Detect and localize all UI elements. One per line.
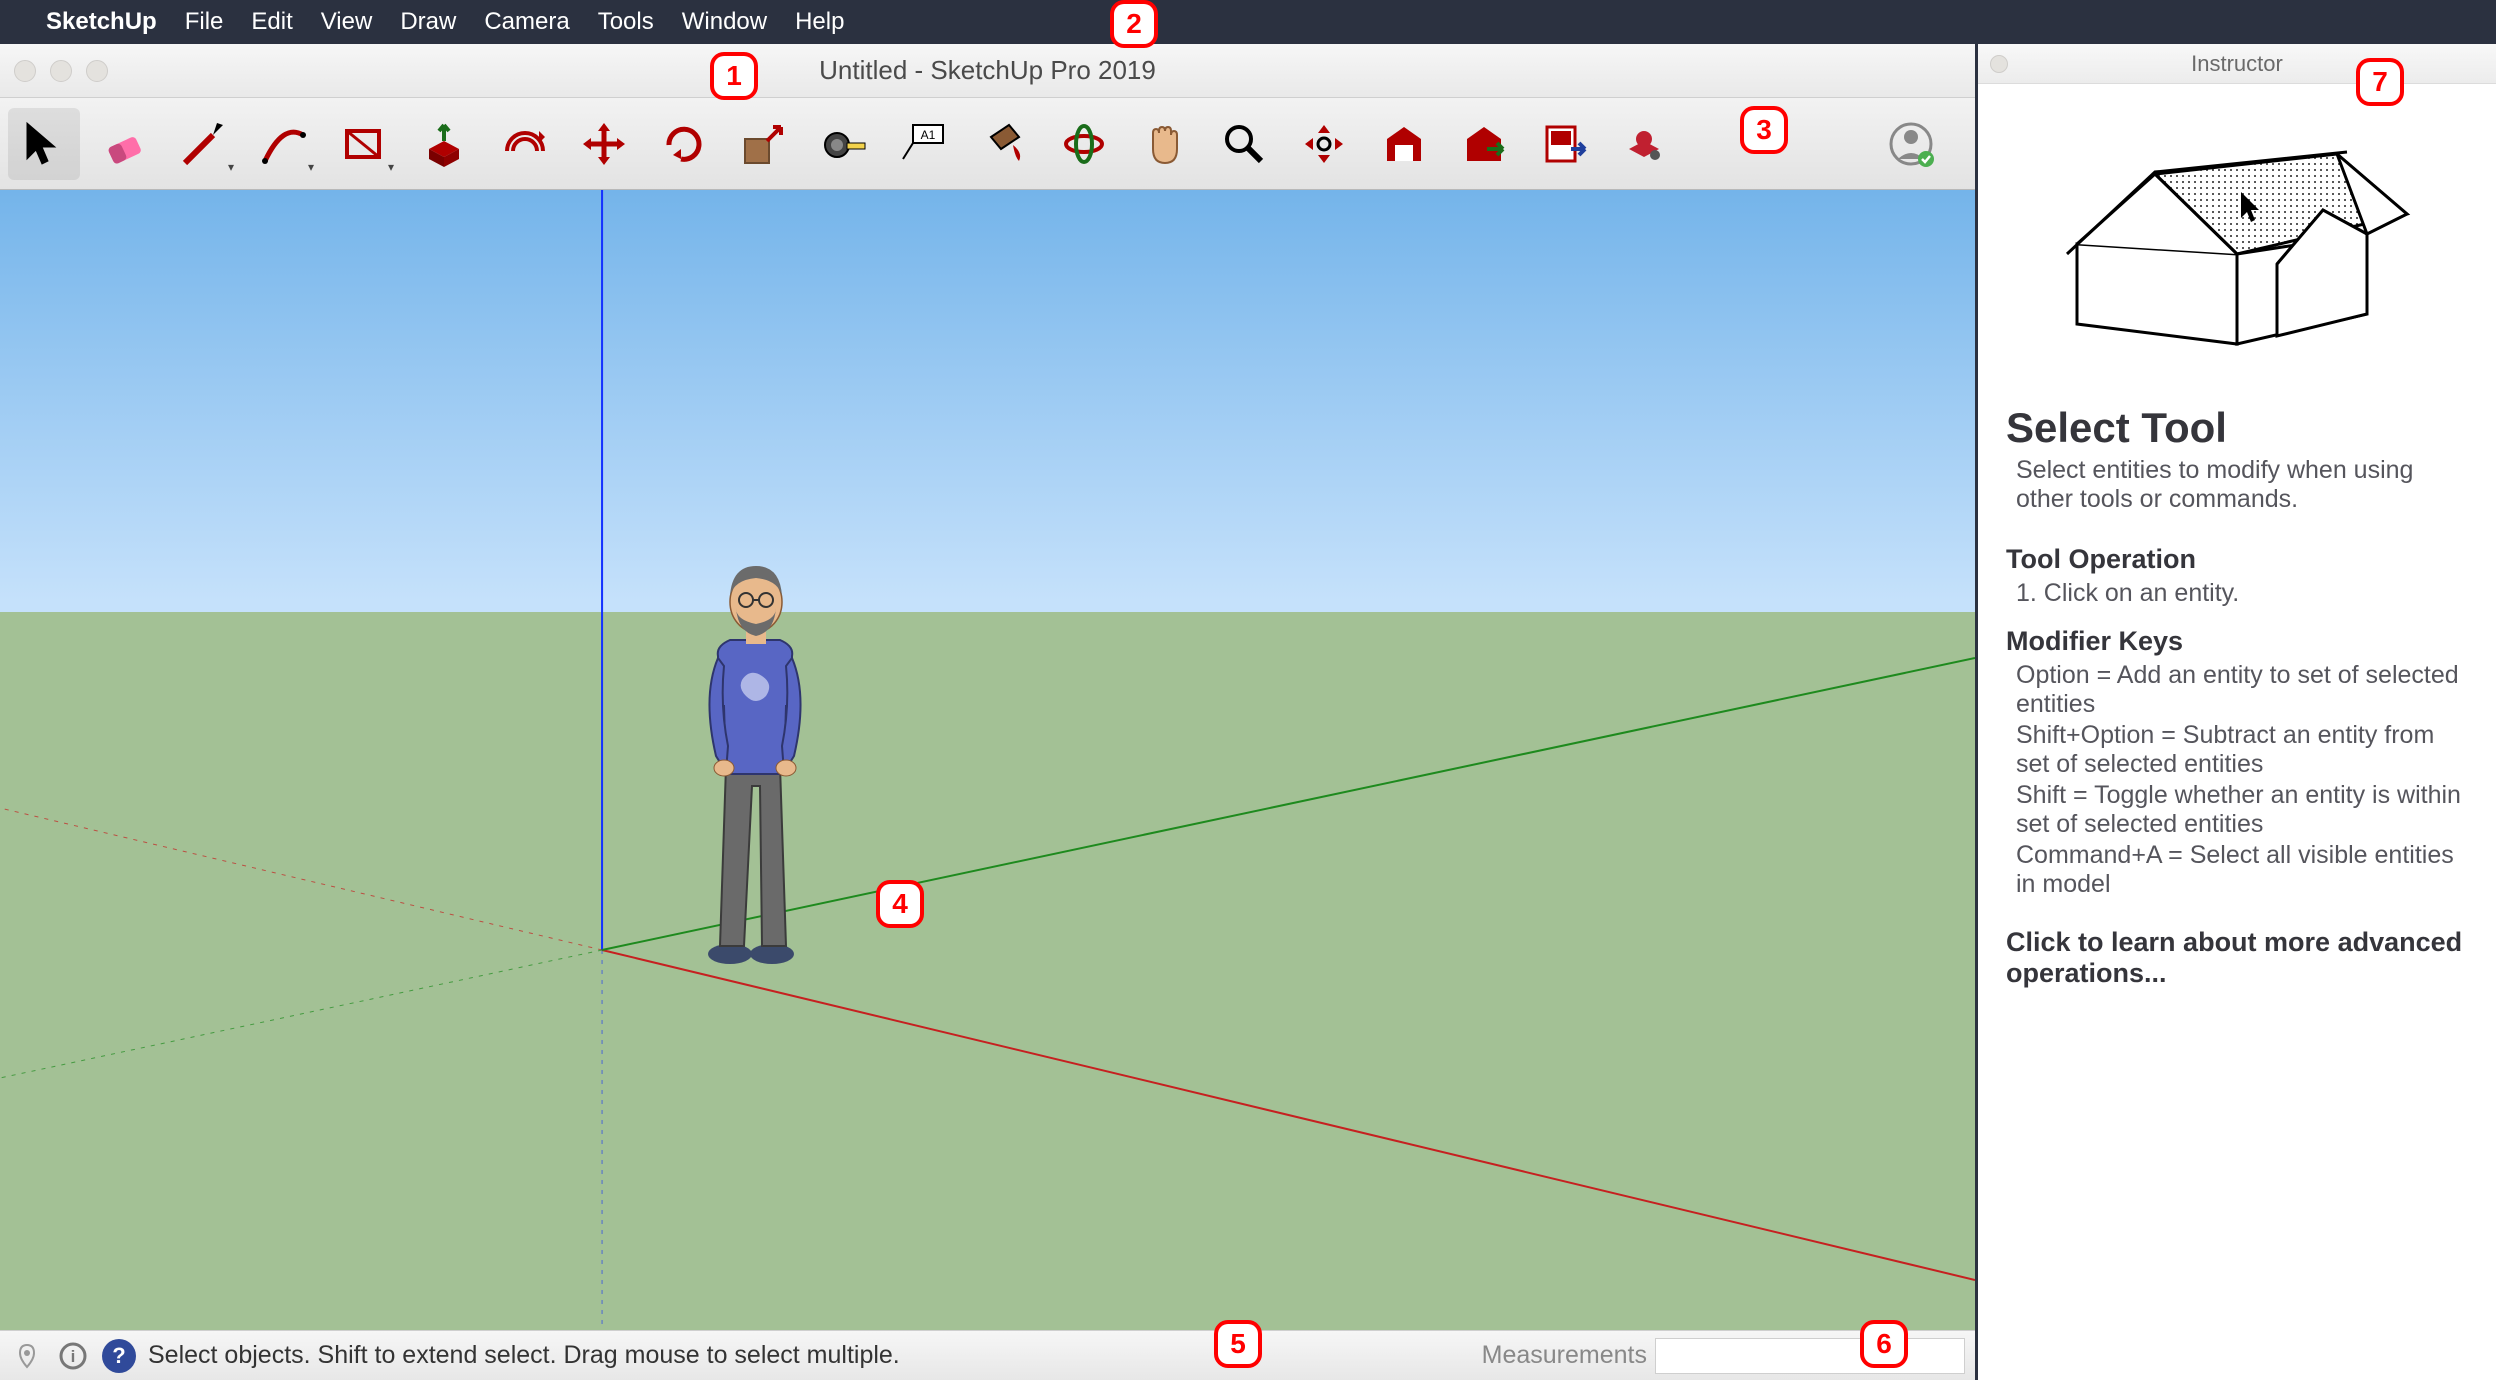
instructor-operation-heading: Tool Operation (2006, 544, 2468, 575)
menu-camera[interactable]: Camera (484, 8, 569, 36)
window-minimize-button[interactable] (50, 60, 72, 82)
instructor-learn-more-link[interactable]: Click to learn about more advanced opera… (2006, 927, 2468, 989)
annotation-callout-3: 3 (1740, 106, 1788, 154)
modeling-viewport[interactable] (0, 190, 1975, 1330)
instructor-tool-title: Select Tool (2006, 404, 2468, 452)
window-titlebar: Untitled - SketchUp Pro 2019 (0, 44, 1975, 98)
rotate-tool-button[interactable] (648, 108, 720, 180)
help-icon[interactable]: ? (102, 1339, 136, 1373)
line-tool-button[interactable]: ▾ (168, 108, 240, 180)
credits-icon[interactable]: i (56, 1339, 90, 1373)
menu-view[interactable]: View (321, 8, 373, 36)
window-zoom-button[interactable] (86, 60, 108, 82)
window-close-button[interactable] (14, 60, 36, 82)
menu-edit[interactable]: Edit (251, 8, 292, 36)
annotation-callout-2: 2 (1110, 0, 1158, 48)
select-tool-button[interactable] (8, 108, 80, 180)
annotation-callout-1: 1 (710, 52, 758, 100)
dropdown-chevron-icon: ▾ (388, 160, 394, 174)
svg-text:A1: A1 (921, 128, 936, 142)
annotation-callout-5: 5 (1214, 1320, 1262, 1368)
dropdown-chevron-icon: ▾ (308, 160, 314, 174)
menu-draw[interactable]: Draw (400, 8, 456, 36)
menu-help[interactable]: Help (795, 8, 844, 36)
zoom-tool-button[interactable] (1208, 108, 1280, 180)
extension-warehouse-button[interactable] (1608, 108, 1680, 180)
viewport-axes (0, 190, 1975, 1330)
annotation-callout-7: 7 (2356, 58, 2404, 106)
macos-menubar: SketchUp File Edit View Draw Camera Tool… (0, 0, 2496, 44)
zoom-extents-tool-button[interactable] (1288, 108, 1360, 180)
measurements-label: Measurements (1482, 1341, 1647, 1370)
menu-file[interactable]: File (185, 8, 224, 36)
instructor-panel: Instructor (1978, 44, 2496, 1380)
instructor-modifier-item: Shift = Toggle whether an entity is with… (2006, 781, 2468, 839)
instructor-panel-title: Instructor (2191, 51, 2283, 77)
pan-tool-button[interactable] (1128, 108, 1200, 180)
window-controls (14, 60, 108, 82)
app-menu[interactable]: SketchUp (46, 8, 157, 36)
window-title: Untitled - SketchUp Pro 2019 (819, 55, 1156, 86)
3d-warehouse-button[interactable] (1368, 108, 1440, 180)
scale-tool-button[interactable] (728, 108, 800, 180)
menu-tools[interactable]: Tools (598, 8, 654, 36)
offset-tool-button[interactable] (488, 108, 560, 180)
instructor-diagram (2006, 114, 2468, 354)
eraser-tool-button[interactable] (88, 108, 160, 180)
geo-location-icon[interactable] (10, 1339, 44, 1373)
menu-window[interactable]: Window (682, 8, 767, 36)
toolbar: ▾ ▾ ▾ (0, 98, 1975, 190)
instructor-modifier-item: Command+A = Select all visible entities … (2006, 841, 2468, 899)
instructor-operation-step: 1. Click on an entity. (2006, 579, 2468, 608)
instructor-titlebar: Instructor (1978, 44, 2496, 84)
status-bar: i ? Select objects. Shift to extend sele… (0, 1330, 1975, 1380)
measurements-input[interactable] (1655, 1338, 1965, 1374)
tape-measure-tool-button[interactable] (808, 108, 880, 180)
instructor-close-button[interactable] (1990, 55, 2008, 73)
instructor-modifier-item: Shift+Option = Subtract an entity from s… (2006, 721, 2468, 779)
orbit-tool-button[interactable] (1048, 108, 1120, 180)
push-pull-tool-button[interactable] (408, 108, 480, 180)
dropdown-chevron-icon: ▾ (228, 160, 234, 174)
arc-tool-button[interactable]: ▾ (248, 108, 320, 180)
share-model-button[interactable] (1448, 108, 1520, 180)
instructor-modifiers-heading: Modifier Keys (2006, 626, 2468, 657)
paint-bucket-tool-button[interactable] (968, 108, 1040, 180)
annotation-callout-6: 6 (1860, 1320, 1908, 1368)
svg-text:i: i (71, 1347, 76, 1366)
instructor-tool-subtitle: Select entities to modify when using oth… (2006, 456, 2468, 514)
user-profile-button[interactable] (1875, 108, 1947, 180)
instructor-modifier-item: Option = Add an entity to set of selecte… (2006, 661, 2468, 719)
status-hint: Select objects. Shift to extend select. … (148, 1341, 900, 1370)
scale-figure[interactable] (680, 546, 830, 966)
rectangle-tool-button[interactable]: ▾ (328, 108, 400, 180)
move-tool-button[interactable] (568, 108, 640, 180)
annotation-callout-4: 4 (876, 880, 924, 928)
layout-button[interactable] (1528, 108, 1600, 180)
text-tool-button[interactable]: A1 (888, 108, 960, 180)
